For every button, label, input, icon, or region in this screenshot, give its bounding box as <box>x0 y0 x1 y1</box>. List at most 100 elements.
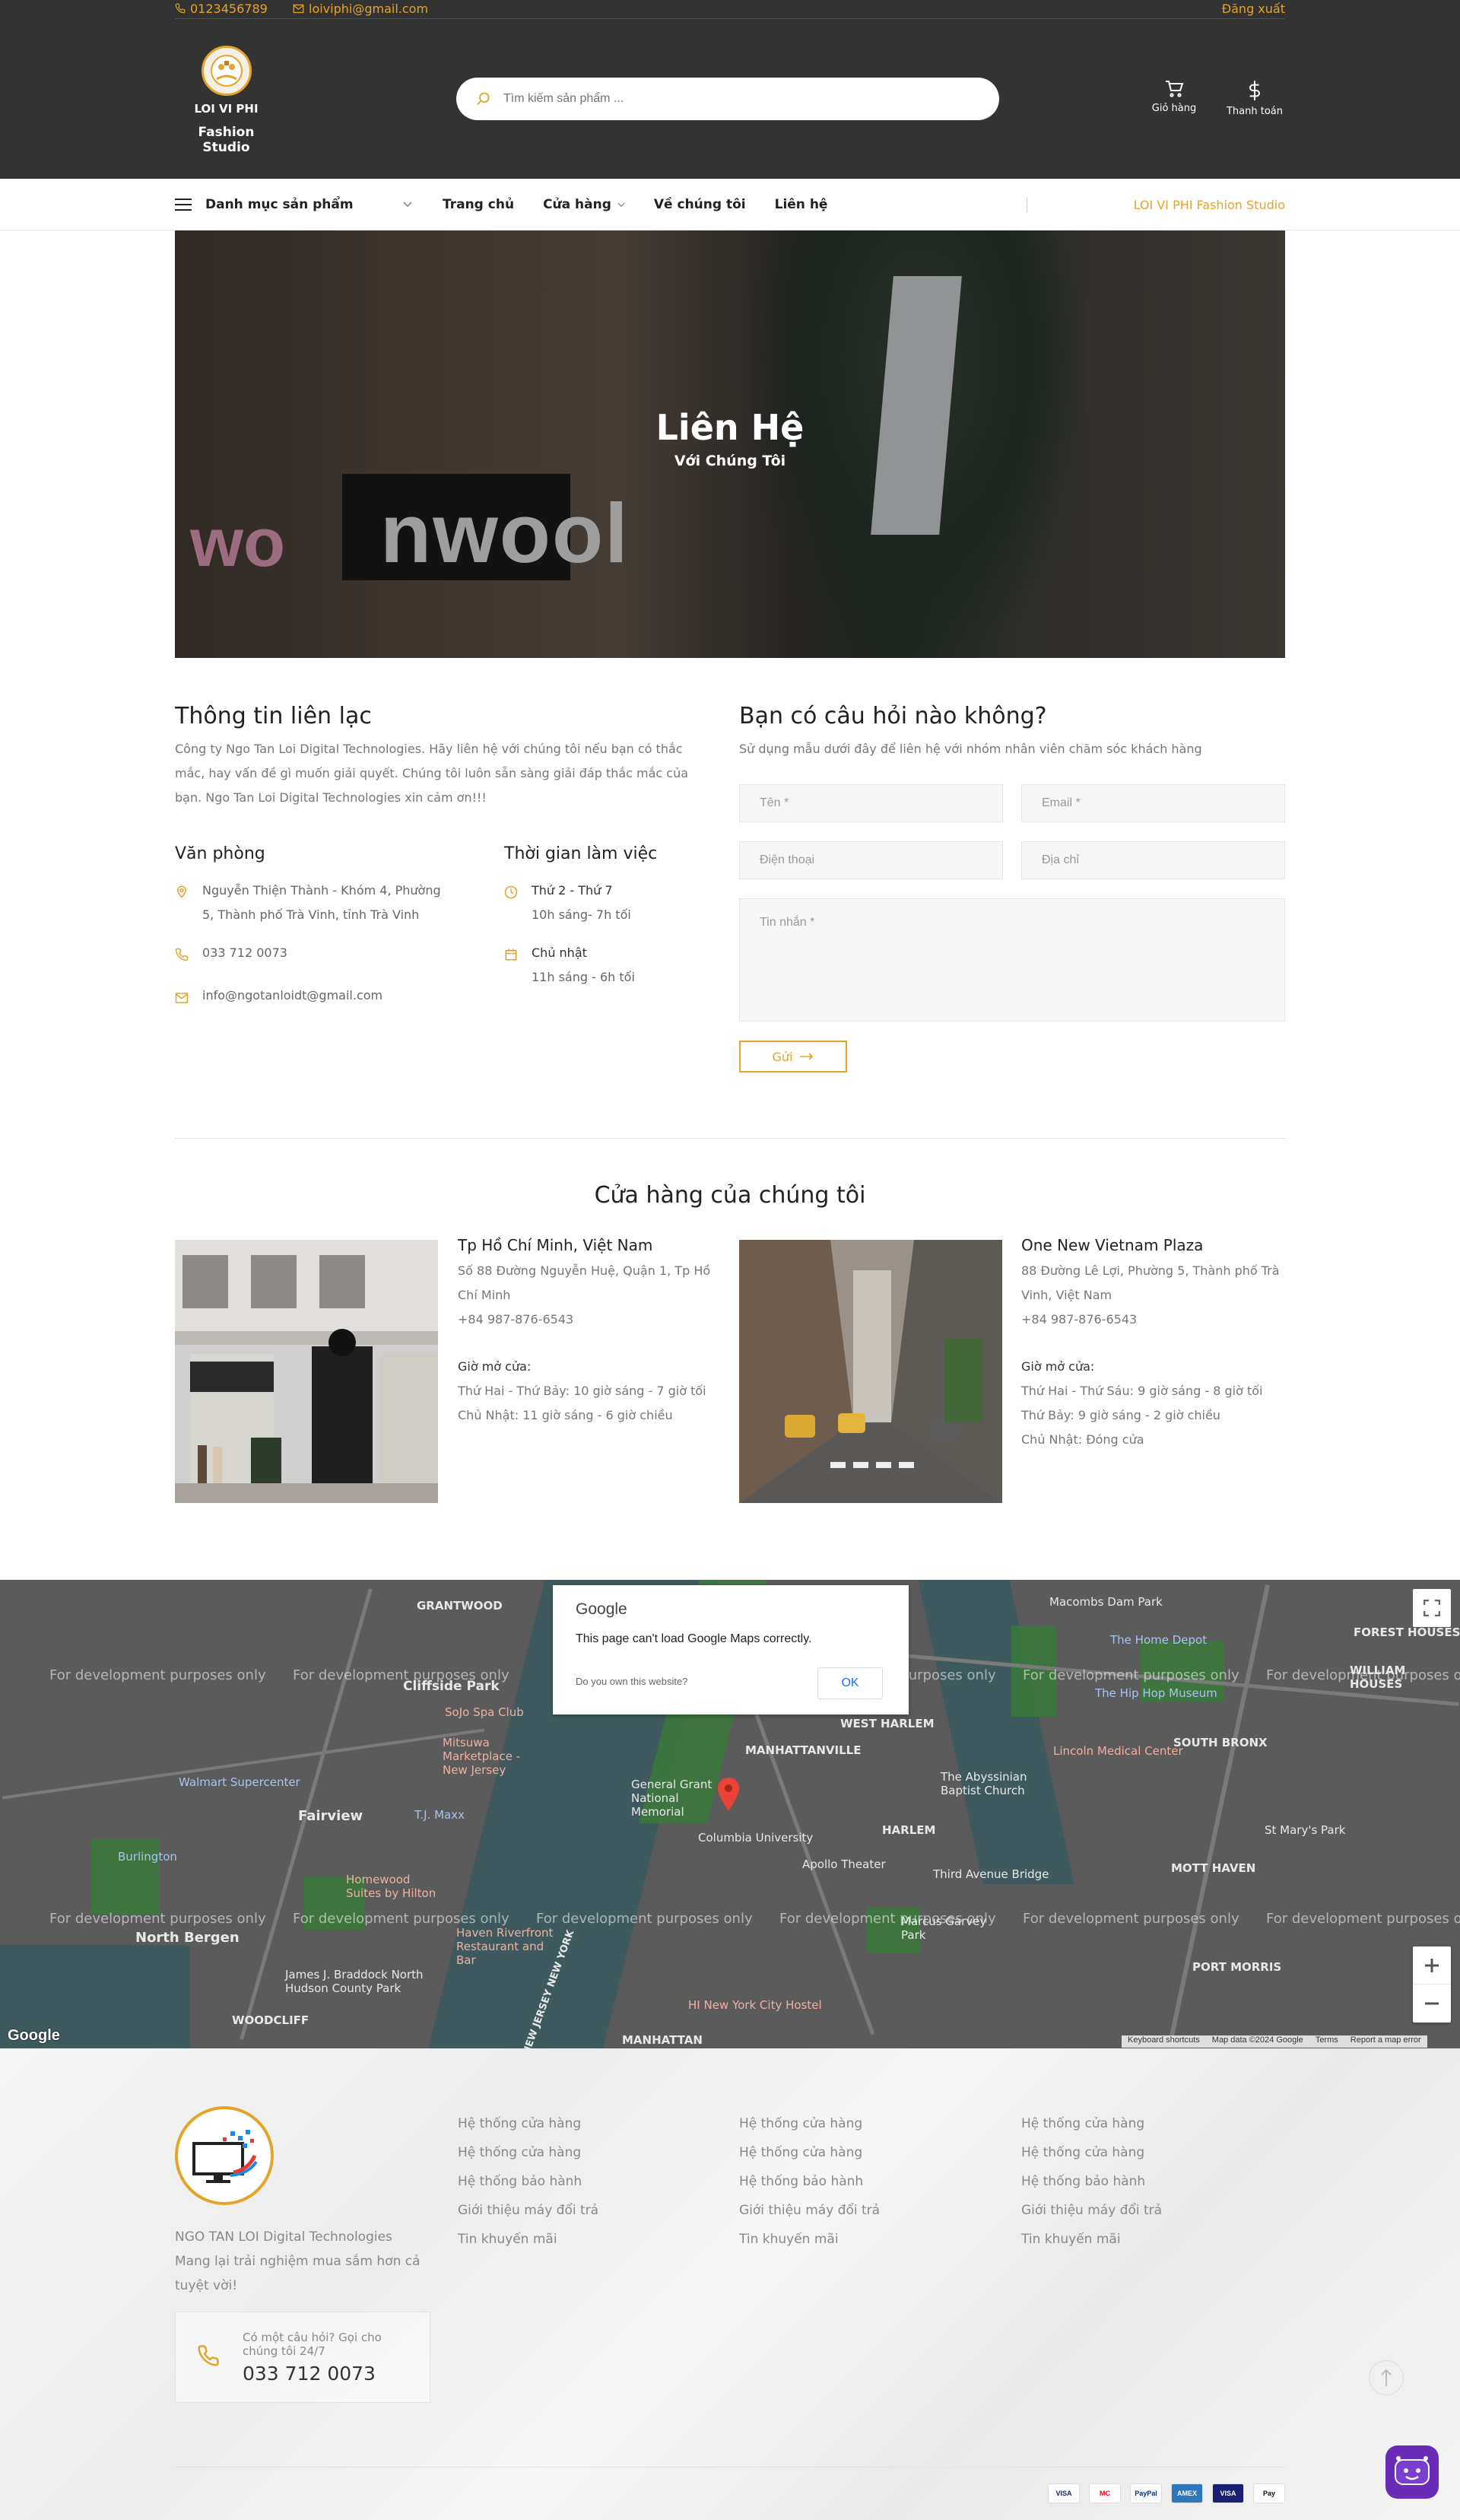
search-icon <box>477 92 490 106</box>
search-input[interactable] <box>503 92 960 106</box>
footer-link[interactable]: Tin khuyến mãi <box>739 2225 880 2254</box>
map-label: Cliffside Park <box>403 1679 500 1694</box>
hero-title: Liên Hệ <box>655 407 805 448</box>
footer-link[interactable]: Giới thiệu máy đổi trả <box>458 2196 598 2225</box>
checkout-label: Thanh toán <box>1226 106 1283 117</box>
dialog-own-site-link[interactable]: Do you own this website? <box>576 1676 687 1687</box>
footer-column-2: Hệ thống cửa hàng Hệ thống cửa hàng Hệ t… <box>739 2109 880 2254</box>
nav-contact[interactable]: Liên hệ <box>775 197 828 212</box>
cart-label: Giỏ hàng <box>1151 103 1197 114</box>
send-button[interactable]: Gửi <box>739 1041 847 1073</box>
store-phone[interactable]: +84 987-876-6543 <box>458 1308 716 1332</box>
footer-link[interactable]: Hệ thống bảo hành <box>458 2167 598 2196</box>
map-label: The Home Depot <box>1110 1633 1208 1647</box>
cart-button[interactable]: Giỏ hàng <box>1140 80 1208 114</box>
map-watermark: For development purposes only <box>49 1911 266 1927</box>
category-label: Danh mục sản phẩm <box>205 197 354 212</box>
visa-icon: VISA <box>1212 2483 1244 2503</box>
footer-link[interactable]: Hệ thống bảo hành <box>1021 2167 1162 2196</box>
contact-info-title: Thông tin liên lạc <box>175 703 372 729</box>
footer-link[interactable]: Hệ thống cửa hàng <box>458 2138 598 2167</box>
dialog-ok-button[interactable]: OK <box>817 1667 883 1699</box>
footer-link[interactable]: Hệ thống cửa hàng <box>739 2138 880 2167</box>
map-label: Marcus Garvey Park <box>901 1915 987 1942</box>
store-hours-title: Giờ mở cửa: <box>458 1359 532 1374</box>
nav-about[interactable]: Về chúng tôi <box>654 197 746 212</box>
store-image-hcm <box>175 1240 438 1503</box>
footer-link[interactable]: Hệ thống cửa hàng <box>458 2109 598 2138</box>
footer-link[interactable]: Giới thiệu máy đổi trả <box>739 2196 880 2225</box>
chevron-down-icon <box>403 202 412 208</box>
store-info-plaza: One New Vietnam Plaza 88 Đường Lê Lợi, P… <box>1021 1236 1285 1452</box>
store-hours-line: Thứ Hai - Thứ Bảy: 10 giờ sáng - 7 giờ t… <box>458 1384 706 1398</box>
map-report-error-link[interactable]: Report a map error <box>1344 2035 1427 2048</box>
map-label: Third Avenue Bridge <box>933 1867 1049 1881</box>
office-email-text: info@ngotanloidt@gmail.com <box>202 988 383 1003</box>
store-address: Số 88 Đường Nguyễn Huệ, Quận 1, Tp Hồ Ch… <box>458 1263 711 1302</box>
store-phone[interactable]: +84 987-876-6543 <box>1021 1308 1285 1332</box>
map-label: WOODCLIFF <box>232 2013 309 2027</box>
map-label: MANHATTAN <box>622 2033 703 2047</box>
phone-input[interactable]: Điện thoại <box>739 841 1003 879</box>
office-phone[interactable]: 033 712 0073 <box>175 941 449 970</box>
footer-link[interactable]: Hệ thống cửa hàng <box>1021 2109 1162 2138</box>
office-email[interactable]: info@ngotanloidt@gmail.com <box>175 984 449 1012</box>
header: 0123456789 loiviphi@gmail.com Đăng xuất … <box>0 0 1460 179</box>
search-bar[interactable] <box>456 78 999 120</box>
hero-subtitle: Với Chúng Tôi <box>674 453 786 469</box>
paypal-icon: PayPal <box>1130 2483 1162 2503</box>
checkout-button[interactable]: Thanh toán <box>1220 80 1289 117</box>
footer-link[interactable]: Tin khuyến mãi <box>1021 2225 1162 2254</box>
site-logo[interactable]: LOI VI PHI Fashion Studio <box>175 46 278 155</box>
office-title: Văn phòng <box>175 844 265 863</box>
map-pin-icon[interactable] <box>717 1778 740 1811</box>
store-name: Tp Hồ Chí Minh, Việt Nam <box>458 1236 653 1254</box>
message-textarea[interactable]: Tin nhắn * <box>739 898 1285 1022</box>
store-hours-line: Chủ Nhật: Đóng cửa <box>1021 1432 1144 1447</box>
map-zoom-in-button[interactable] <box>1413 1946 1451 1985</box>
location-icon <box>176 885 187 898</box>
footer-link[interactable]: Giới thiệu máy đổi trả <box>1021 2196 1162 2225</box>
address-input[interactable]: Địa chỉ <box>1021 841 1285 879</box>
office-block: Văn phòng Nguyễn Thiện Thành - Khóm 4, P… <box>175 844 449 1012</box>
footer-logo[interactable] <box>175 2106 274 2205</box>
email-input[interactable]: Email * <box>1021 784 1285 822</box>
footer-help-phone[interactable]: 033 712 0073 <box>243 2363 376 2385</box>
computer-logo-icon <box>192 2130 258 2183</box>
logout-link[interactable]: Đăng xuất <box>1222 0 1285 17</box>
footer-link[interactable]: Hệ thống cửa hàng <box>739 2109 880 2138</box>
map-label: WILLIAM HOUSES <box>1350 1664 1406 1691</box>
chatbot-icon <box>1395 2456 1430 2485</box>
map-label: FOREST HOUSES <box>1354 1625 1460 1639</box>
map-watermark: For development purposes only <box>1023 1667 1239 1683</box>
weekday-label: Thứ 2 - Thứ 7 <box>532 883 613 898</box>
back-to-top-button[interactable] <box>1369 2360 1404 2395</box>
nav-shop[interactable]: Cửa hàng <box>543 197 625 212</box>
logo-icon <box>210 55 243 87</box>
map-watermark: For development purposes only <box>293 1911 509 1927</box>
footer-link[interactable]: Tin khuyến mãi <box>458 2225 598 2254</box>
map-label: SOUTH BRONX <box>1173 1736 1268 1749</box>
map-terms-link[interactable]: Terms <box>1309 2035 1344 2048</box>
map-label: Columbia University <box>698 1831 814 1845</box>
name-input[interactable]: Tên * <box>739 784 1003 822</box>
store-hours-line: Thứ Bảy: 9 giờ sáng - 2 giờ chiều <box>1021 1408 1220 1422</box>
map-keyboard-shortcuts[interactable]: Keyboard shortcuts <box>1122 2035 1206 2048</box>
chatbot-button[interactable] <box>1385 2445 1439 2499</box>
map-attribution: Keyboard shortcuts Map data ©2024 Google… <box>1122 2035 1427 2048</box>
map-fullscreen-button[interactable] <box>1413 1589 1451 1627</box>
nav-home[interactable]: Trang chủ <box>443 197 514 212</box>
map-label: HI New York City Hostel <box>688 1998 822 2012</box>
category-dropdown[interactable]: Danh mục sản phẩm <box>175 197 426 212</box>
map-label: St Mary's Park <box>1265 1823 1346 1837</box>
footer-link[interactable]: Hệ thống cửa hàng <box>1021 2138 1162 2167</box>
map-google-logo[interactable]: Google <box>8 2027 60 2045</box>
topbar-phone[interactable]: 0123456789 <box>175 0 268 17</box>
map-zoom-out-button[interactable] <box>1413 1985 1451 2023</box>
nav-brand[interactable]: LOI VI PHI Fashion Studio <box>1134 198 1285 212</box>
arrow-up-icon <box>1381 2369 1392 2386</box>
footer-divider <box>175 2467 1285 2468</box>
map-error-dialog: Google This page can't load Google Maps … <box>553 1585 909 1714</box>
topbar-email[interactable]: loiviphi@gmail.com <box>293 0 428 17</box>
footer-link[interactable]: Hệ thống bảo hành <box>739 2167 880 2196</box>
